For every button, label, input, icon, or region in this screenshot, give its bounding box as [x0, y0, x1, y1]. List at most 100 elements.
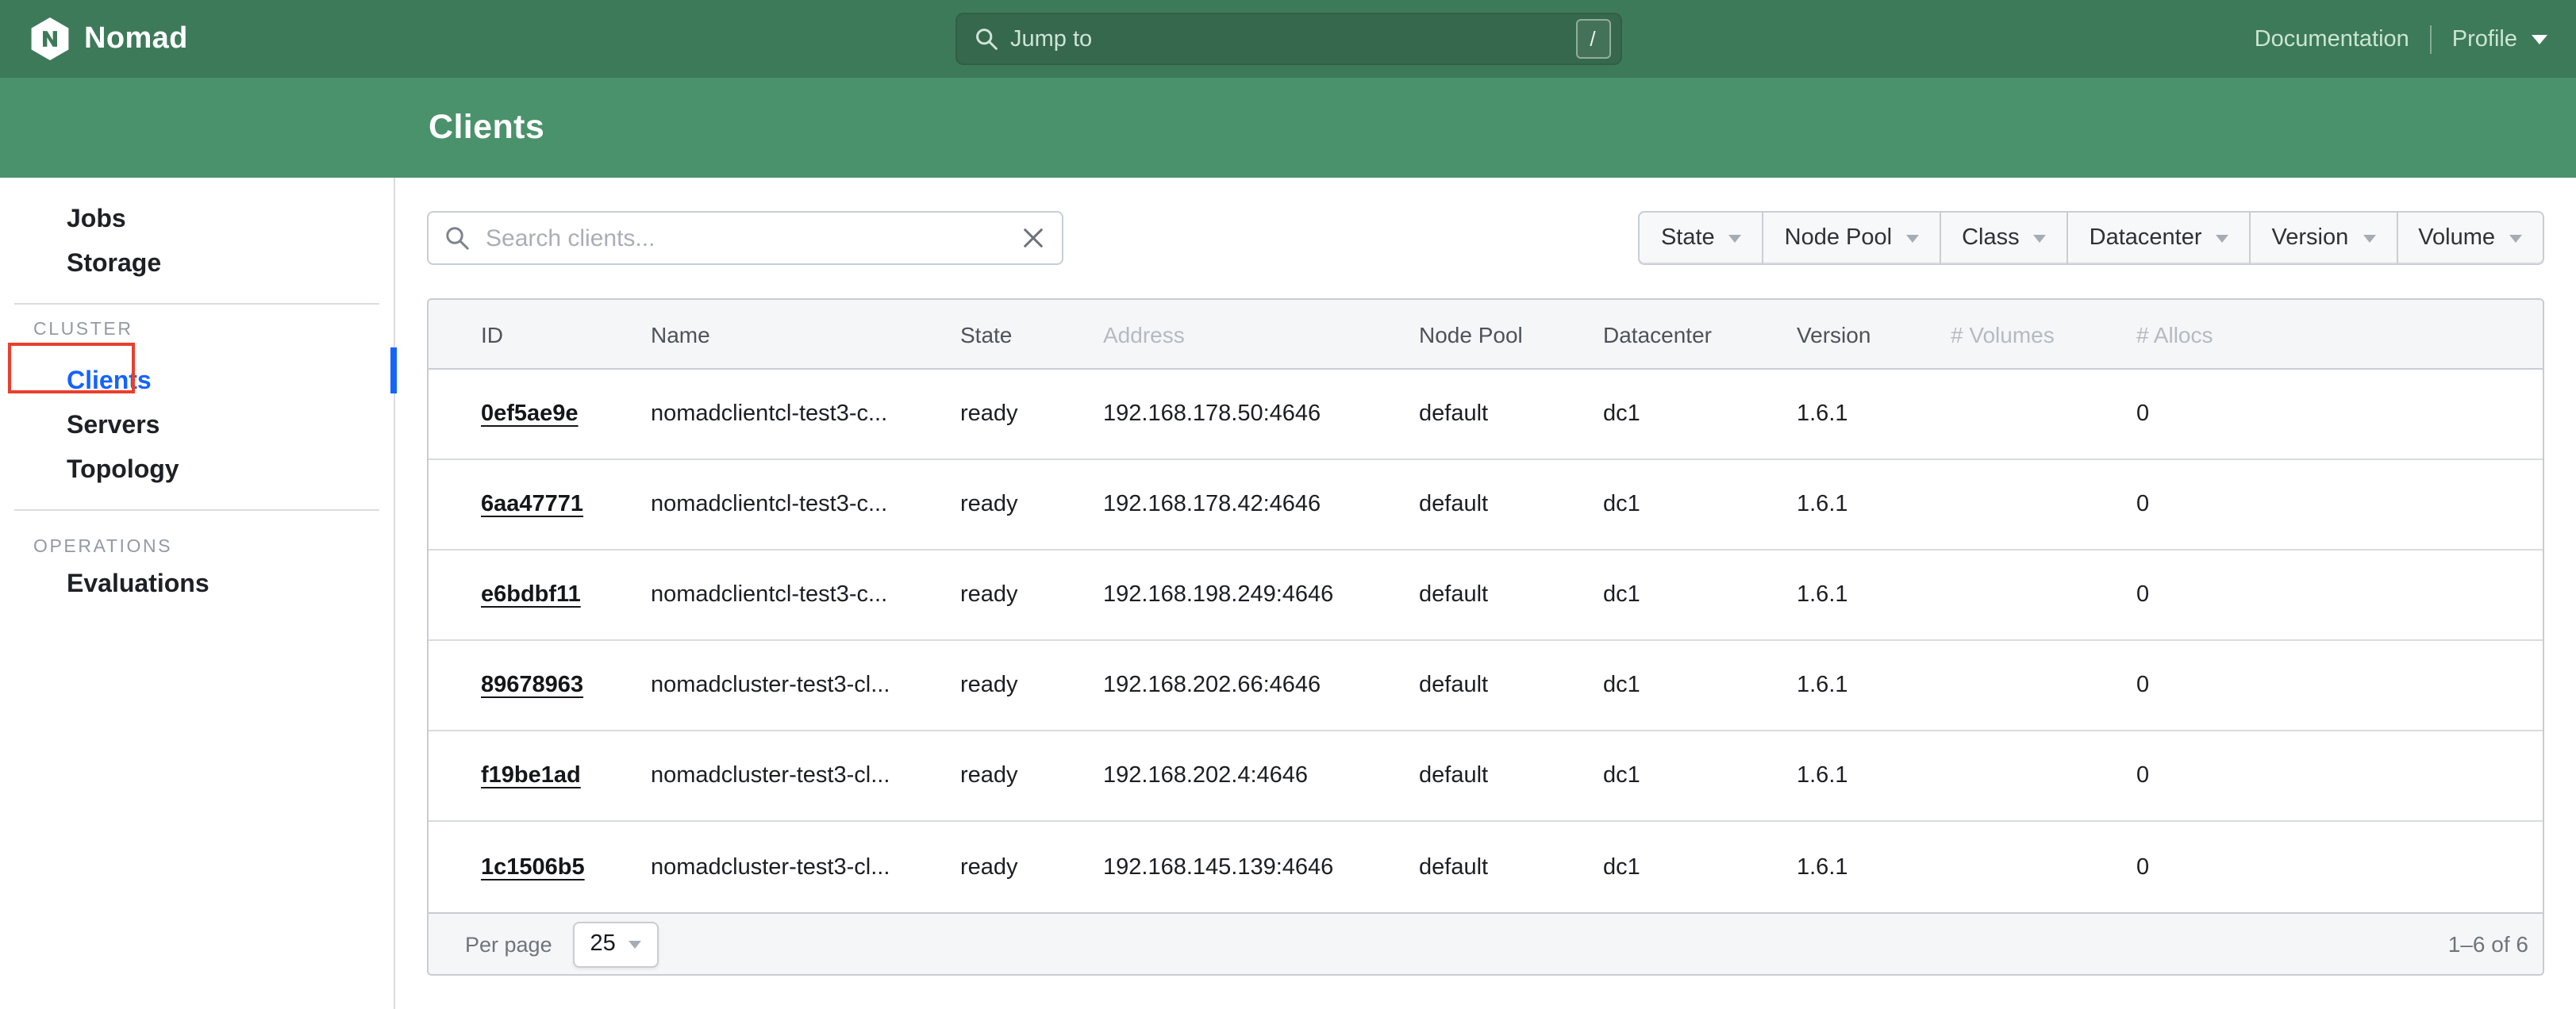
sidebar-divider: [14, 509, 379, 511]
client-node-pool: default: [1419, 854, 1603, 880]
client-id-link[interactable]: e6bdbf11: [481, 582, 581, 608]
client-version: 1.6.1: [1797, 673, 1951, 698]
client-id-link[interactable]: 1c1506b5: [481, 854, 585, 880]
client-name: nomadcluster-test3-cl...: [651, 673, 960, 698]
table-header: ID Name State Address Node Pool Datacent…: [429, 300, 2543, 370]
app-viewport: Nomad Jump to / Documentation Profile Cl…: [0, 0, 2576, 1009]
column-header-name[interactable]: Name: [651, 321, 960, 347]
table-row[interactable]: 0ef5ae9e nomadclientcl-test3-c... ready …: [429, 370, 2543, 460]
client-version: 1.6.1: [1797, 492, 1951, 517]
client-node-pool: default: [1419, 401, 1603, 427]
sidebar-item-jobs[interactable]: Jobs: [0, 198, 394, 243]
filter-class-button[interactable]: Class: [1941, 211, 2069, 265]
table-row[interactable]: 1c1506b5 nomadcluster-test3-cl... ready …: [429, 822, 2543, 912]
client-id-link[interactable]: 89678963: [481, 673, 583, 698]
client-id-link[interactable]: 6aa47771: [481, 492, 583, 517]
chevron-down-icon: [2034, 234, 2047, 242]
sidebar-item-servers[interactable]: Servers: [0, 405, 394, 449]
nomad-logo-icon: [30, 17, 70, 60]
client-version: 1.6.1: [1797, 854, 1951, 880]
client-node-pool: default: [1419, 763, 1603, 788]
client-name: nomadclientcl-test3-c...: [651, 492, 960, 517]
nomad-brand-link[interactable]: Nomad: [30, 0, 188, 78]
client-id-link[interactable]: f19be1ad: [481, 763, 581, 788]
client-allocs: 0: [2136, 492, 2543, 517]
documentation-link[interactable]: Documentation: [2255, 26, 2409, 52]
page-title: Clients: [429, 108, 544, 148]
pagination-footer: Per page 25 1–6 of 6: [429, 912, 2543, 974]
search-icon: [974, 27, 998, 51]
chevron-down-icon: [2217, 234, 2229, 242]
client-datacenter: dc1: [1603, 673, 1797, 698]
client-node-pool: default: [1419, 673, 1603, 698]
client-state: ready: [960, 854, 1103, 880]
per-page-value: 25: [590, 931, 615, 957]
filter-version-button[interactable]: Version: [2251, 211, 2398, 265]
client-address: 192.168.198.249:4646: [1103, 582, 1419, 608]
filter-volume-button[interactable]: Volume: [2397, 211, 2544, 265]
chevron-down-icon: [629, 940, 641, 948]
navbar-separator: [2430, 25, 2432, 53]
sidebar-item-storage[interactable]: Storage: [0, 243, 394, 287]
client-allocs: 0: [2136, 401, 2543, 427]
page-range: 1–6 of 6: [2448, 931, 2528, 957]
client-address: 192.168.202.66:4646: [1103, 673, 1419, 698]
client-id-cell: 6aa47771: [429, 492, 651, 517]
clients-search-input[interactable]: [483, 223, 1021, 253]
column-header-node-pool[interactable]: Node Pool: [1419, 321, 1603, 347]
client-name: nomadclientcl-test3-c...: [651, 582, 960, 608]
filter-node-pool-button[interactable]: Node Pool: [1764, 211, 1941, 265]
slash-shortcut-badge: /: [1575, 19, 1610, 59]
client-version: 1.6.1: [1797, 582, 1951, 608]
table-body: 0ef5ae9e nomadclientcl-test3-c... ready …: [429, 370, 2543, 912]
per-page-select[interactable]: 25: [573, 921, 659, 967]
sidebar-section-label-operations: OPERATIONS: [0, 531, 394, 563]
column-header-datacenter[interactable]: Datacenter: [1603, 321, 1797, 347]
sidebar-divider: [14, 303, 379, 305]
sidebar-item-clients[interactable]: Clients: [0, 360, 394, 405]
chevron-down-icon: [2509, 234, 2522, 242]
column-header-id[interactable]: ID: [429, 321, 651, 347]
client-id-cell: f19be1ad: [429, 763, 651, 788]
brand-label: Nomad: [84, 21, 188, 56]
clients-table: ID Name State Address Node Pool Datacent…: [427, 298, 2544, 976]
client-datacenter: dc1: [1603, 763, 1797, 788]
clients-search-box: [427, 211, 1063, 265]
sidebar-item-topology[interactable]: Topology: [0, 449, 394, 493]
chevron-down-icon: [2532, 34, 2547, 44]
chevron-down-icon: [2363, 234, 2375, 242]
table-row[interactable]: 89678963 nomadcluster-test3-cl... ready …: [429, 641, 2543, 731]
filter-state-button[interactable]: State: [1639, 211, 1764, 265]
client-id-link[interactable]: 0ef5ae9e: [481, 401, 579, 427]
chevron-down-icon: [1906, 234, 1919, 242]
column-header-version[interactable]: Version: [1797, 321, 1951, 347]
column-header-allocs: # Allocs: [2136, 321, 2543, 347]
client-version: 1.6.1: [1797, 401, 1951, 427]
client-state: ready: [960, 763, 1103, 788]
column-header-volumes: # Volumes: [1951, 321, 2136, 347]
column-header-address: Address: [1103, 321, 1419, 347]
client-name: nomadcluster-test3-cl...: [651, 854, 960, 880]
navbar-links: Documentation Profile: [2255, 0, 2547, 78]
clear-search-button[interactable]: [1021, 225, 1046, 251]
table-row[interactable]: 6aa47771 nomadclientcl-test3-c... ready …: [429, 460, 2543, 551]
client-name: nomadcluster-test3-cl...: [651, 763, 960, 788]
client-id-cell: 89678963: [429, 673, 651, 698]
table-row[interactable]: e6bdbf11 nomadclientcl-test3-c... ready …: [429, 551, 2543, 641]
client-state: ready: [960, 492, 1103, 517]
profile-menu[interactable]: Profile: [2452, 26, 2547, 52]
filter-group: State Node Pool Class Datacenter: [1639, 211, 2544, 265]
client-address: 192.168.178.42:4646: [1103, 492, 1419, 517]
jump-to-search[interactable]: Jump to /: [955, 13, 1621, 65]
filter-datacenter-button[interactable]: Datacenter: [2069, 211, 2251, 265]
table-row[interactable]: f19be1ad nomadcluster-test3-cl... ready …: [429, 731, 2543, 822]
sidebar-item-evaluations[interactable]: Evaluations: [0, 563, 394, 608]
client-id-cell: 1c1506b5: [429, 854, 651, 880]
client-state: ready: [960, 582, 1103, 608]
client-datacenter: dc1: [1603, 582, 1797, 608]
client-version: 1.6.1: [1797, 763, 1951, 788]
column-header-state[interactable]: State: [960, 321, 1103, 347]
client-state: ready: [960, 673, 1103, 698]
search-icon: [444, 225, 470, 251]
profile-label: Profile: [2452, 26, 2517, 52]
